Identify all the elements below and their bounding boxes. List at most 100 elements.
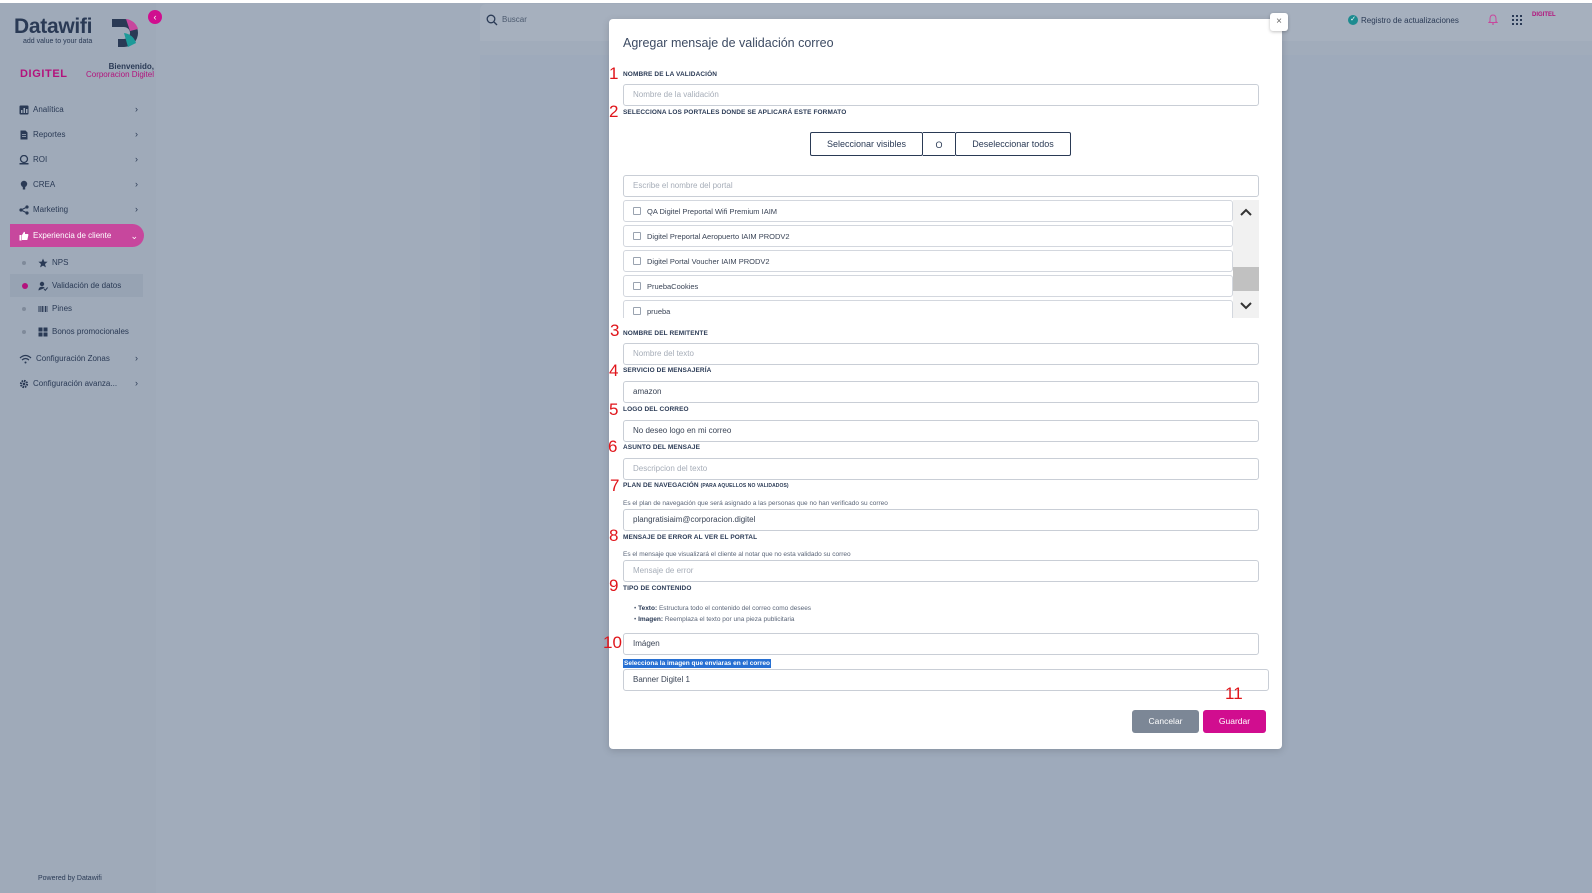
apps-grid-icon[interactable] [1512,15,1522,25]
portal-item[interactable]: Digitel Preportal Aeropuerto IAIM PRODV2 [623,225,1233,247]
validation-name-input[interactable]: Nombre de la validación [623,84,1259,106]
sidebar-item-configuracion-avanzada[interactable]: Configuración avanza... › [10,371,156,396]
error-input[interactable]: Mensaje de error [623,560,1259,582]
money-icon [19,154,29,164]
share-icon [19,204,29,215]
bullet-text: • Texto: Estructura todo el contenido de… [634,605,812,612]
collapse-sidebar-icon[interactable]: ‹ [148,10,162,24]
chevron-down-icon: ⌄ [130,231,138,241]
plan-label: PLAN DE NAVEGACIÓN (PARA AQUELLOS NO VAL… [623,482,789,489]
annotation-1: 1 [609,64,619,83]
checkbox[interactable] [633,232,641,240]
content-type-select[interactable]: Imágen [623,633,1259,655]
sidebar-item-configuracion-zonas[interactable]: Configuración Zonas › [10,346,156,371]
logo-label: LOGO DEL CORREO [623,406,689,413]
active-dot [22,282,28,289]
search-input[interactable]: Buscar [502,15,527,24]
bullet-image-bold: Imagen: [638,616,664,623]
digitel-logo: DIGITEL [20,68,68,80]
sidebar-subitem-nps[interactable]: NPS [10,251,156,274]
sidebar-item-roi[interactable]: ROI › [10,147,156,172]
scroll-up-icon[interactable] [1233,204,1259,220]
annotation-9: 9 [609,576,619,595]
search-icon [486,14,498,26]
content-type-label: TIPO DE CONTENIDO [623,585,692,592]
portal-item[interactable]: QA Digitel Preportal Wifi Premium IAIM [623,200,1233,222]
sidebar-item-marketing[interactable]: Marketing › [10,197,156,222]
grid-icon [38,327,48,336]
bell-icon[interactable] [1488,14,1498,25]
plan-label-note: (PARA AQUELLOS NO VALIDADOS) [700,483,789,489]
portal-name: QA Digitel Preportal Wifi Premium IAIM [647,206,778,216]
close-icon[interactable]: × [1270,13,1288,31]
annotation-6: 6 [608,437,618,456]
chevron-right-icon: › [135,378,138,388]
brand-row: DIGITEL Bienvenido, Corporacion Digitel [20,63,154,89]
content-type-bullets: • Texto: Estructura todo el contenido de… [634,603,811,625]
portal-selection-buttons: Seleccionar visibles O Deseleccionar tod… [810,132,1071,156]
portal-search-input[interactable]: Escribe el nombre del portal [623,175,1259,197]
messaging-label: SERVICIO DE MENSAJERÍA [623,367,712,374]
cancel-button[interactable]: Cancelar [1132,710,1199,733]
sidebar-subitem-label: Pines [52,304,73,313]
portal-item[interactable]: Digitel Portal Voucher IAIM PRODV2 [623,250,1233,272]
sidebar-item-experiencia-cliente[interactable]: Experiencia de cliente ⌄ [10,224,144,247]
chevron-right-icon: › [135,353,138,363]
welcome-org: Corporacion Digitel [85,70,154,79]
save-button[interactable]: Guardar [1203,710,1266,733]
bullet-dot [22,329,26,334]
scrollbar-thumb[interactable] [1233,267,1259,291]
checkbox[interactable] [633,282,641,290]
sidebar-item-reportes[interactable]: Reportes › [10,122,156,147]
checkbox[interactable] [633,307,641,315]
plan-label-text: PLAN DE NAVEGACIÓN [623,482,699,489]
sidebar-item-analitica[interactable]: Analítica › [10,97,156,122]
gear-icon [19,379,29,388]
portal-name: Digitel Preportal Aeropuerto IAIM PRODV2 [647,231,790,241]
chevron-right-icon: › [135,204,138,214]
messaging-select[interactable]: amazon [623,381,1259,403]
updates-link[interactable]: ✓ Registro de actualizaciones [1348,15,1459,25]
subject-label: ASUNTO DEL MENSAJE [623,444,701,451]
scroll-down-icon[interactable] [1233,298,1259,314]
sidebar-subitem-pines[interactable]: Pines [10,297,156,320]
datawifi-logo[interactable]: Datawifi add value to your data [14,15,154,55]
plan-select[interactable]: plangratisiaim@corporacion.digitel [623,509,1259,531]
portal-item[interactable]: PruebaCookies [623,275,1233,297]
sidebar-item-label: Reportes [33,130,66,139]
portal-name: Digitel Portal Voucher IAIM PRODV2 [647,256,770,266]
bullet-image: • Imagen: Reemplaza el texto por una pie… [634,616,795,623]
select-visible-button[interactable]: Seleccionar visibles [810,132,923,156]
checkbox[interactable] [633,257,641,265]
sidebar-subitem-label: Validación de datos [52,281,122,290]
sidebar-subitem-bonos[interactable]: Bonos promocionales [10,320,156,343]
lightbulb-icon [20,180,28,189]
deselect-all-button[interactable]: Deseleccionar todos [955,132,1071,156]
sidebar-subitem-validacion-datos[interactable]: Validación de datos [10,274,143,297]
barcode-icon [38,305,48,312]
logo-select[interactable]: No deseo logo en mi correo [623,420,1259,442]
sidebar-item-crea[interactable]: CREA › [10,172,156,197]
annotation-10: 10 [603,633,622,652]
checkbox[interactable] [633,207,641,215]
sidebar-subitem-label: NPS [52,258,69,267]
sidebar-item-label: Marketing [33,205,69,214]
or-label: O [923,132,955,156]
portal-item[interactable]: prueba [623,300,1233,318]
annotation-2: 2 [609,102,619,121]
welcome-text: Bienvenido, Corporacion Digitel [84,63,154,79]
validation-name-label: NOMBRE DE LA VALIDACIÓN [623,71,718,78]
sidebar-item-label: CREA [33,180,56,189]
portal-name: prueba [647,306,671,316]
image-select-label: Selecciona la imagen que enviaras en el … [623,659,771,668]
sidebar-item-label: Configuración Zonas [36,354,110,363]
image-select[interactable]: Banner Digitel 1 [623,669,1269,691]
updates-label: Registro de actualizaciones [1361,15,1459,25]
sidebar-subitem-label: Bonos promocionales [52,327,129,336]
portal-list: QA Digitel Preportal Wifi Premium IAIM D… [623,200,1259,318]
bullet-dot [22,306,26,311]
subject-input[interactable]: Descripcion del texto [623,458,1259,480]
thumbs-up-icon [19,231,29,240]
error-help: Es el mensaje que visualizará el cliente… [623,551,851,558]
sender-input[interactable]: Nombre del texto [623,343,1259,365]
